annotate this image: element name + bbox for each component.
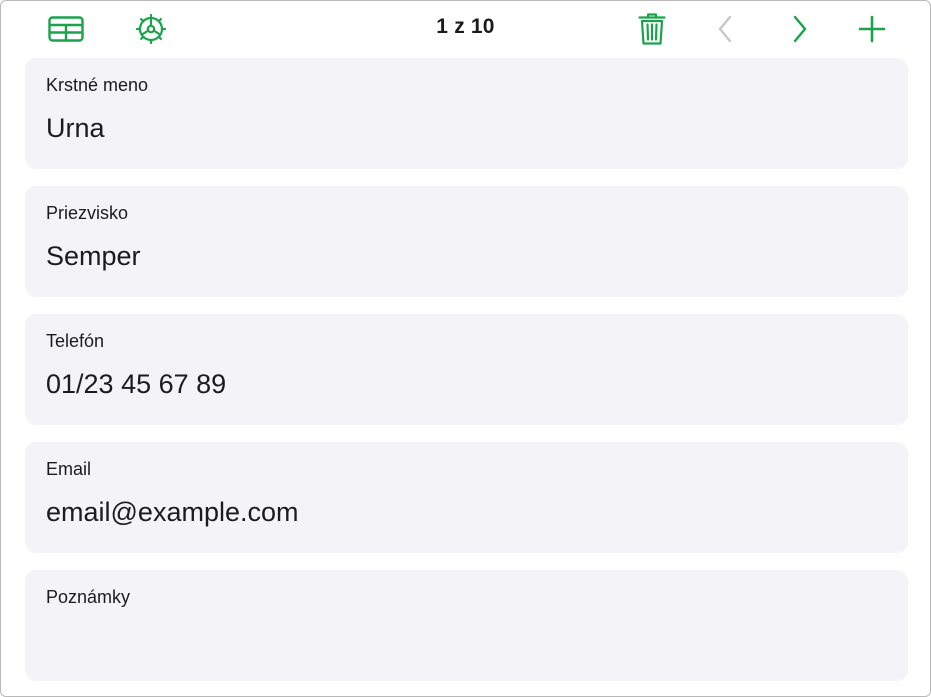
chevron-right-icon [793,15,807,43]
field-notes[interactable]: Poznámky [25,570,908,681]
record-form-window: 1 z 10 Krstné meno Urna Priezvisko Sempe… [0,0,931,697]
last-name-value[interactable]: Semper [46,241,141,272]
first-name-value[interactable]: Urna [46,113,105,144]
chevron-left-icon [718,15,732,43]
add-record-button[interactable] [852,9,892,49]
field-phone[interactable]: Telefón 01/23 45 67 89 [25,314,908,425]
field-last-name[interactable]: Priezvisko Semper [25,186,908,297]
previous-record-button[interactable] [705,9,745,49]
field-first-name[interactable]: Krstné meno Urna [25,58,908,169]
field-label: Telefón [46,331,105,351]
next-record-button[interactable] [780,9,820,49]
phone-value[interactable]: 01/23 45 67 89 [46,369,226,400]
field-email[interactable]: Email email@example.com [25,442,908,553]
field-label: Priezvisko [46,203,129,223]
field-label: Email [46,459,92,479]
field-label: Krstné meno [46,75,149,95]
email-value[interactable]: email@example.com [46,497,299,528]
toolbar: 1 z 10 [1,1,930,57]
plus-icon [858,15,886,43]
trash-icon [638,13,666,45]
delete-record-button[interactable] [632,9,672,49]
field-label: Poznámky [46,587,131,607]
